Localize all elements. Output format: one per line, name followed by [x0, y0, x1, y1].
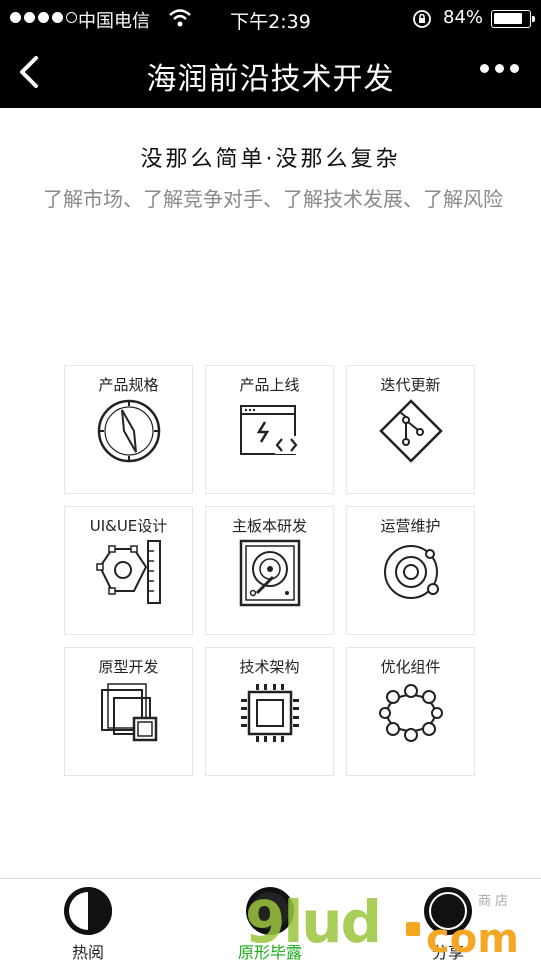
layered-frames-icon: [101, 683, 158, 742]
rotation-lock-icon: [413, 10, 431, 28]
tab-avatar: [64, 887, 112, 935]
service-card[interactable]: 产品上线: [205, 365, 334, 494]
service-label: 迭代更新: [380, 376, 441, 394]
watermark-logo: 9lud: [245, 888, 382, 956]
watermark-dot: [406, 922, 420, 936]
service-card[interactable]: 运营维护: [346, 506, 475, 635]
status-bar: 中国电信 下午2:39 84%: [0, 0, 541, 38]
more-menu-icon[interactable]: [480, 64, 520, 80]
services-grid: 产品规格 产品上线 迭代更新 UI&UE设计 主板本研发 运营维护 原型开发 技…: [64, 365, 475, 776]
service-card[interactable]: 产品规格: [64, 365, 193, 494]
service-label: 原型开发: [98, 658, 159, 676]
service-label: 技术架构: [239, 658, 300, 676]
service-label: 运营维护: [380, 517, 441, 535]
subline: 了解市场、了解竞争对手、了解技术发展、了解风险: [43, 187, 503, 211]
orbit-icon: [384, 545, 439, 599]
service-card[interactable]: UI&UE设计: [64, 506, 193, 635]
node-ring-icon: [379, 684, 443, 742]
page-title: 海润前沿技术开发: [146, 62, 395, 97]
hard-disk-icon: [239, 539, 301, 607]
watermark-tld: com: [426, 916, 519, 960]
service-card[interactable]: 主板本研发: [205, 506, 334, 635]
service-card[interactable]: 原型开发: [64, 647, 193, 776]
service-label: 产品上线: [239, 376, 300, 394]
battery-icon: [491, 10, 535, 28]
service-card[interactable]: 优化组件: [346, 647, 475, 776]
watermark-subtext: 商店: [478, 894, 513, 909]
service-card[interactable]: 迭代更新: [346, 365, 475, 494]
service-label: 产品规格: [98, 376, 159, 394]
service-label: 优化组件: [380, 658, 441, 676]
nav-bar: 海润前沿技术开发: [0, 38, 541, 108]
git-branch-icon: [379, 399, 443, 463]
service-label: UI&UE设计: [89, 517, 168, 535]
service-card[interactable]: 技术架构: [205, 647, 334, 776]
chip-icon: [241, 684, 299, 742]
browser-code-icon: [240, 405, 301, 455]
battery-percentage: 84%: [443, 7, 484, 28]
compass-icon: [97, 399, 161, 463]
headline: 没那么简单·没那么复杂: [140, 147, 401, 172]
tab-label: 热阅: [71, 943, 104, 960]
tab-hot-reading[interactable]: 热阅: [38, 885, 138, 960]
vector-ruler-icon: [96, 540, 161, 604]
service-label: 主板本研发: [231, 517, 307, 535]
